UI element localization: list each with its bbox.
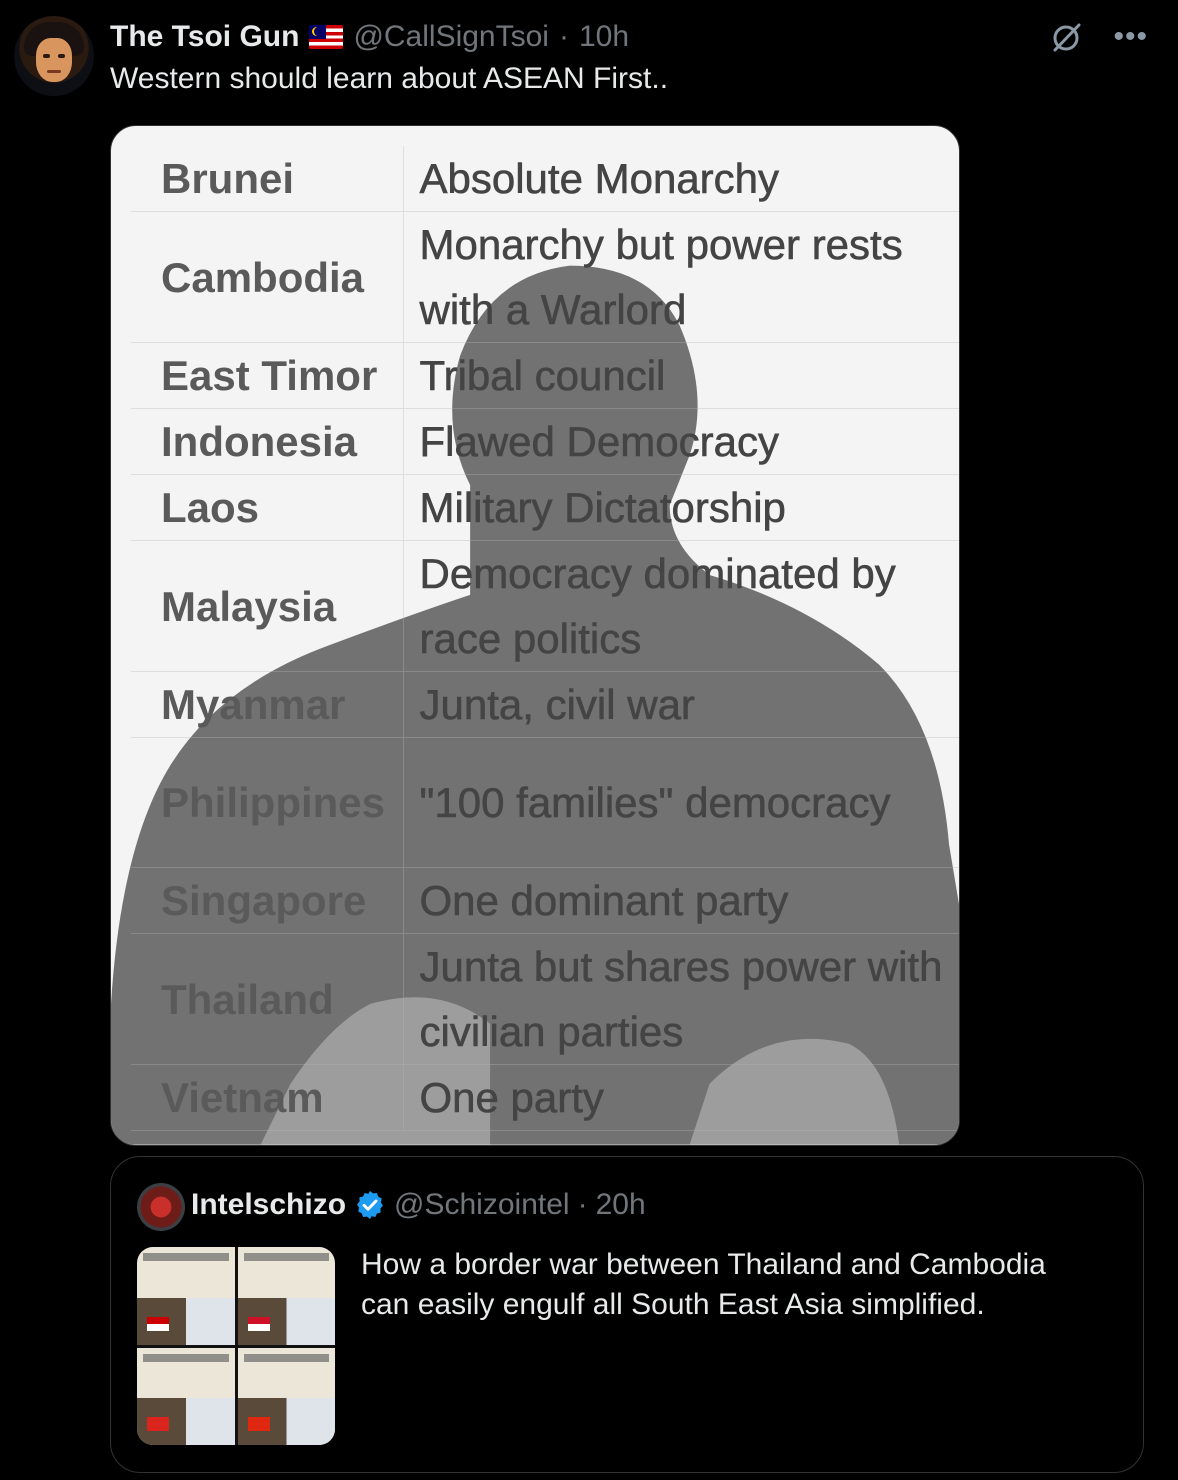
country-cell: Indonesia <box>131 408 403 475</box>
table-row: Thailand Junta but shares power with civi… <box>131 933 959 1065</box>
government-cell: Democracy dominated by race politics <box>402 540 959 672</box>
country-cell: Brunei <box>131 146 403 212</box>
tweet-actions-top: ••• <box>1049 20 1148 54</box>
government-cell: Tribal council <box>402 342 959 409</box>
quote-media-thumbnail[interactable] <box>137 1247 335 1445</box>
table-row: Brunei Absolute Monarchy <box>131 146 959 212</box>
author-handle[interactable]: @CallSignTsoi <box>353 20 549 54</box>
government-cell: Flawed Democracy <box>402 408 959 475</box>
table-row: Vietnam One party <box>131 1064 959 1131</box>
separator-dot: · <box>577 1188 588 1221</box>
author-name[interactable]: The Tsoi Gun <box>110 20 299 54</box>
tweet-time[interactable]: 10h <box>579 20 629 54</box>
table-row: Laos Military Dictatorship <box>131 474 959 541</box>
malaysia-flag-icon <box>309 25 344 49</box>
asean-government-table: Brunei Absolute Monarchy Cambodia Monarchy … <box>131 146 959 1131</box>
table-row: Singapore One dominant party <box>131 867 959 934</box>
country-cell: Laos <box>131 474 403 541</box>
quote-text: How a border war between Thailand and Ca… <box>361 1248 1046 1321</box>
country-cell: Myanmar <box>131 671 403 738</box>
country-cell: Philippines <box>131 737 403 868</box>
avatar-eye <box>43 54 50 58</box>
table-row: East Timor Tribal council <box>131 342 959 409</box>
quote-author-name[interactable]: Intelschizo <box>191 1188 346 1222</box>
government-cell: Junta, civil war <box>402 671 959 738</box>
grok-icon[interactable] <box>1049 20 1083 54</box>
flag-crescent <box>312 27 323 36</box>
separator-dot: · <box>558 20 569 53</box>
verified-badge-icon <box>357 1191 383 1219</box>
government-cell: Military Dictatorship <box>402 474 959 541</box>
government-cell: Monarchy but power rests with a Warlord <box>402 211 959 343</box>
avatar-mouth <box>47 70 61 73</box>
meme-panel <box>137 1347 235 1445</box>
quote-author-avatar[interactable] <box>137 1183 185 1231</box>
table-row: Indonesia Flawed Democracy <box>131 408 959 475</box>
government-cell: Absolute Monarchy <box>402 146 959 212</box>
table-row: Cambodia Monarchy but power rests with a … <box>131 211 959 343</box>
author-avatar[interactable] <box>14 16 94 96</box>
avatar-face <box>36 38 72 82</box>
tweet-header: The Tsoi Gun @CallSignTsoi · 10h <box>110 18 629 56</box>
country-cell: Malaysia <box>131 540 403 672</box>
tweet-text: Western should learn about ASEAN First.. <box>110 62 669 95</box>
meme-panel <box>237 1247 335 1345</box>
country-cell: Singapore <box>131 867 403 934</box>
government-cell: One party <box>402 1064 959 1131</box>
government-cell: "100 families" democracy <box>402 737 959 868</box>
country-cell: Thailand <box>131 933 403 1065</box>
table-row: Malaysia Democracy dominated by race poli… <box>131 540 959 672</box>
quote-time[interactable]: 20h <box>596 1188 646 1222</box>
quote-author-handle[interactable]: @Schizointel <box>394 1188 570 1222</box>
tweet-media-image[interactable]: Brunei Absolute Monarchy Cambodia Monarchy … <box>110 125 960 1146</box>
table-row: Philippines "100 families" democracy <box>131 737 959 868</box>
more-icon[interactable]: ••• <box>1113 20 1148 54</box>
table-row: Myanmar Junta, civil war <box>131 671 959 738</box>
meme-panel <box>237 1347 335 1445</box>
quoted-tweet[interactable]: Intelschizo @Schizointel · 20h How a bor… <box>110 1156 1144 1473</box>
quote-header: Intelschizo @Schizointel · 20h <box>191 1185 646 1225</box>
country-cell: Vietnam <box>131 1064 403 1131</box>
country-cell: Cambodia <box>131 211 403 343</box>
meme-panel <box>137 1247 235 1345</box>
government-cell: One dominant party <box>402 867 959 934</box>
country-cell: East Timor <box>131 342 403 409</box>
avatar-eye <box>58 54 65 58</box>
government-cell: Junta but shares power with civilian par… <box>402 933 959 1065</box>
